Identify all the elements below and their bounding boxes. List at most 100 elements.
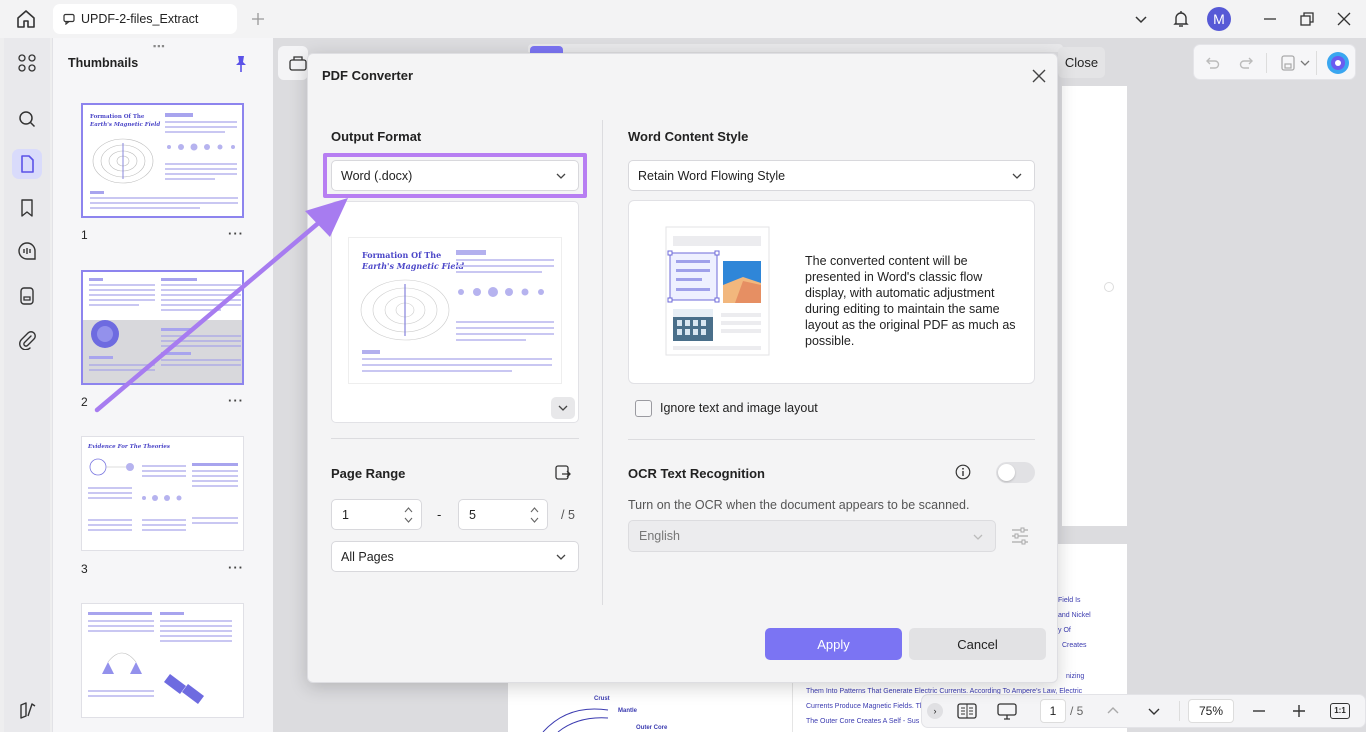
home-icon[interactable] bbox=[14, 8, 38, 30]
chevron-down-icon bbox=[973, 534, 983, 540]
close-mode-button[interactable]: Close bbox=[1058, 47, 1105, 78]
earth-layers-illustration bbox=[91, 320, 119, 348]
document-tab[interactable]: UPDF-2-files_Extract bbox=[53, 4, 237, 34]
close-window-icon[interactable] bbox=[1334, 9, 1354, 29]
page-range-separator: - bbox=[437, 507, 442, 522]
zoom-out-icon[interactable] bbox=[1252, 704, 1266, 718]
apps-grid-icon[interactable] bbox=[12, 48, 42, 78]
undo-icon[interactable] bbox=[1204, 55, 1220, 71]
bell-icon[interactable] bbox=[1171, 9, 1191, 29]
bookmark-icon[interactable] bbox=[12, 193, 42, 223]
output-preview: Formation Of The Earth's Magnetic Field bbox=[331, 201, 579, 423]
restore-icon[interactable] bbox=[1297, 9, 1317, 29]
page-more-menu-2[interactable]: ··· bbox=[228, 393, 244, 408]
chevron-down-icon[interactable] bbox=[1131, 9, 1151, 29]
chevron-down-icon[interactable] bbox=[1300, 59, 1310, 67]
page-range-from-input[interactable]: 1 bbox=[331, 499, 422, 530]
page-range-from-value: 1 bbox=[342, 507, 349, 522]
page-number-2: 2 bbox=[81, 395, 88, 409]
ignore-layout-checkbox[interactable] bbox=[635, 400, 652, 417]
chevron-up-icon[interactable] bbox=[1106, 704, 1120, 718]
thumb-heading: Formation Of The bbox=[90, 114, 145, 120]
stepper-icon[interactable] bbox=[404, 505, 413, 525]
ocr-label: OCR Text Recognition bbox=[628, 466, 765, 481]
preview-heading: Formation Of The bbox=[362, 250, 442, 260]
page-thumbnail-3[interactable]: Evidence For The Theories bbox=[81, 436, 244, 551]
ocr-language-value: English bbox=[639, 529, 680, 543]
page-more-menu-3[interactable]: ··· bbox=[228, 560, 244, 575]
ocr-settings-sliders-icon[interactable] bbox=[1011, 526, 1029, 546]
page-subset-select[interactable]: All Pages bbox=[331, 541, 579, 572]
word-content-style-label: Word Content Style bbox=[628, 129, 749, 144]
avatar[interactable]: M bbox=[1207, 7, 1231, 31]
minimize-icon[interactable] bbox=[1260, 9, 1280, 29]
word-style-preview-card: The converted content will be presented … bbox=[628, 200, 1035, 384]
cancel-button[interactable]: Cancel bbox=[909, 628, 1046, 660]
history-toolbar bbox=[1193, 44, 1356, 80]
ai-assistant-icon[interactable] bbox=[1326, 51, 1350, 75]
close-icon[interactable] bbox=[1031, 68, 1047, 84]
page-more-menu-1[interactable]: ··· bbox=[228, 226, 244, 241]
edit-tool-icon bbox=[289, 56, 307, 71]
pin-icon[interactable] bbox=[233, 55, 249, 73]
title-bar: UPDF-2-files_Extract M bbox=[0, 0, 1366, 38]
presentation-icon[interactable] bbox=[997, 703, 1017, 720]
new-tab-plus-icon[interactable] bbox=[249, 10, 267, 28]
page-thumbnail-1[interactable]: Formation Of The Earth's Magnetic Field bbox=[81, 103, 244, 218]
thumbnails-page-icon[interactable] bbox=[12, 149, 42, 179]
panel-drag-handle[interactable]: ▪▪▪ bbox=[153, 41, 166, 51]
page-range-label: Page Range bbox=[331, 466, 406, 481]
redo-icon[interactable] bbox=[1239, 55, 1255, 71]
preview-document: Formation Of The Earth's Magnetic Field bbox=[348, 237, 562, 384]
paperclip-icon[interactable] bbox=[12, 325, 42, 355]
page-layout-icon[interactable] bbox=[957, 703, 977, 719]
thumbnails-title: Thumbnails bbox=[68, 56, 139, 70]
ocr-toggle[interactable] bbox=[996, 462, 1035, 483]
page-total: / 5 bbox=[1070, 704, 1084, 718]
expand-toolbar-icon[interactable]: › bbox=[927, 703, 943, 719]
search-icon[interactable] bbox=[12, 104, 42, 134]
page-number-input[interactable]: 1 bbox=[1040, 699, 1066, 723]
document-page-1 bbox=[1062, 86, 1127, 526]
layers-icon[interactable] bbox=[12, 696, 42, 726]
pdf-converter-dialog: PDF Converter Output Format Word (.docx)… bbox=[307, 53, 1058, 683]
page-range-to-input[interactable]: 5 bbox=[458, 499, 548, 530]
zoom-in-icon[interactable] bbox=[1292, 704, 1306, 718]
word-content-style-select[interactable]: Retain Word Flowing Style bbox=[628, 160, 1035, 191]
zoom-level-input[interactable]: 75% bbox=[1188, 699, 1234, 723]
apply-button[interactable]: Apply bbox=[765, 628, 902, 660]
comments-icon[interactable] bbox=[12, 236, 42, 266]
page-range-total: / 5 bbox=[561, 508, 575, 522]
output-format-value: Word (.docx) bbox=[341, 168, 413, 183]
left-tool-rail bbox=[4, 38, 50, 732]
chevron-down-icon bbox=[556, 173, 566, 179]
actual-size-button[interactable]: 1:1 bbox=[1330, 703, 1350, 719]
attachment-page-icon[interactable] bbox=[12, 281, 42, 311]
ocr-language-select[interactable]: English bbox=[628, 520, 996, 552]
page-thumbnail-2[interactable] bbox=[81, 270, 244, 385]
comment-icon bbox=[63, 13, 75, 25]
page-range-to-value: 5 bbox=[469, 507, 476, 522]
thumb-heading: Evidence For The Theories bbox=[88, 444, 171, 450]
word-style-description: The converted content will be presented … bbox=[805, 254, 1016, 348]
chevron-down-icon bbox=[558, 405, 568, 411]
satellite-illustration bbox=[164, 674, 204, 704]
dialog-title: PDF Converter bbox=[322, 68, 414, 83]
tool-button[interactable] bbox=[278, 46, 308, 80]
thumb-subheading: Earth's Magnetic Field bbox=[90, 122, 161, 128]
page-range-switch-icon[interactable] bbox=[554, 464, 572, 482]
preview-expand-button[interactable] bbox=[551, 397, 575, 419]
magnetic-field-diagram bbox=[92, 138, 154, 184]
chevron-down-icon bbox=[556, 554, 566, 560]
chevron-down-icon[interactable] bbox=[1147, 704, 1161, 718]
flowing-style-illustration bbox=[665, 226, 770, 356]
stepper-icon[interactable] bbox=[530, 505, 539, 525]
preview-subheading: Earth's Magnetic Field bbox=[362, 261, 465, 271]
ignore-layout-label: Ignore text and image layout bbox=[660, 401, 818, 415]
info-icon[interactable] bbox=[955, 464, 971, 480]
output-format-select[interactable]: Word (.docx) bbox=[331, 160, 579, 191]
save-icon[interactable] bbox=[1280, 54, 1296, 72]
chevron-down-icon bbox=[1012, 173, 1022, 179]
page-thumbnail-4[interactable] bbox=[81, 603, 244, 718]
page-navigation-bar: › 1 / 5 75% 1:1 bbox=[921, 694, 1366, 728]
